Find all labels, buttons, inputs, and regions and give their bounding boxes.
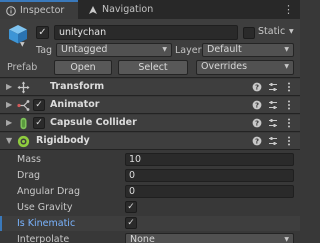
info-icon (6, 5, 16, 16)
use-gravity-label: Use Gravity (17, 202, 73, 213)
tag-label: Tag (36, 45, 53, 56)
chevron-down-icon: ▼ (284, 236, 289, 243)
chevron-down-icon: ▼ (162, 46, 167, 53)
tab-navigation[interactable]: Navigation (82, 0, 174, 19)
component-enabled-checkbox[interactable]: ✓ (33, 99, 45, 111)
rigidbody-icon (17, 135, 30, 148)
static-checkbox[interactable] (243, 27, 255, 39)
is-kinematic-label: Is Kinematic (17, 218, 76, 229)
tab-inspector[interactable]: Inspector (0, 0, 78, 19)
interpolate-dropdown[interactable]: None ▼ (125, 233, 294, 243)
tab-inspector-label: Inspector (20, 5, 65, 16)
use-gravity-checkbox[interactable]: ✓ (125, 201, 137, 213)
gameobject-cube-icon[interactable] (7, 23, 29, 45)
svg-text:?: ? (255, 120, 259, 128)
fold-arrow-icon[interactable]: ▶ (6, 100, 12, 109)
help-icon[interactable]: ? (252, 81, 262, 93)
component-tools: ? (252, 117, 294, 129)
context-menu-icon[interactable] (284, 135, 294, 147)
component-name: Rigidbody (36, 135, 90, 146)
icon-picker-caret-icon[interactable]: ▼ (20, 41, 25, 48)
tab-bar: Inspector Navigation ⋮ (0, 0, 300, 19)
property-use-gravity: Use Gravity ✓ (0, 200, 300, 215)
angular-drag-input[interactable]: 0 (125, 185, 294, 198)
property-angular-drag: Angular Drag 0 (0, 184, 300, 199)
is-kinematic-checkbox[interactable]: ✓ (125, 217, 137, 229)
property-is-kinematic: Is Kinematic ✓ (0, 216, 300, 231)
property-interpolate: Interpolate None ▼ (0, 232, 300, 243)
component-animator[interactable]: ▶ ✓ Animator ? (0, 97, 300, 114)
prefab-select-button[interactable]: Select (118, 60, 188, 75)
component-tools: ? (252, 99, 294, 111)
layer-dropdown[interactable]: Default ▼ (202, 43, 294, 57)
layer-label: Layer (175, 45, 202, 56)
fold-arrow-icon[interactable]: ▶ (6, 118, 12, 127)
component-name: Capsule Collider (50, 117, 137, 128)
fold-arrow-icon[interactable]: ▶ (6, 82, 12, 91)
help-icon[interactable]: ? (252, 135, 262, 147)
drag-label: Drag (17, 170, 41, 181)
presets-icon[interactable] (268, 135, 278, 147)
context-menu-icon[interactable] (284, 81, 294, 93)
gameobject-header: ▼ ✓ unitychan Static ▼ Tag Untagged ▼ La… (0, 19, 300, 78)
static-label: Static (258, 26, 286, 37)
interpolate-label: Interpolate (17, 234, 70, 243)
component-capsule-collider[interactable]: ▶ ✓ Capsule Collider ? (0, 115, 300, 132)
help-icon[interactable]: ? (252, 117, 262, 129)
component-tools: ? (252, 81, 294, 93)
drag-input[interactable]: 0 (125, 169, 294, 182)
tag-dropdown[interactable]: Untagged ▼ (56, 43, 172, 57)
presets-icon[interactable] (268, 117, 278, 129)
tab-navigation-label: Navigation (102, 4, 154, 15)
transform-icon (17, 81, 30, 94)
chevron-down-icon: ▼ (284, 63, 289, 70)
component-name: Animator (50, 99, 100, 110)
static-dropdown-caret-icon[interactable]: ▼ (289, 28, 294, 35)
prefab-label: Prefab (7, 62, 38, 73)
capsule-collider-icon (17, 117, 30, 130)
tag-value: Untagged (61, 44, 108, 55)
component-rigidbody[interactable]: ▼ Rigidbody ? (0, 133, 300, 150)
gameobject-active-checkbox[interactable]: ✓ (36, 26, 49, 39)
more-options-icon[interactable]: ⋮ (283, 3, 294, 16)
navigation-icon (88, 5, 98, 15)
component-transform[interactable]: ▶ Transform ? (0, 79, 300, 96)
animator-icon (17, 99, 30, 112)
svg-text:?: ? (255, 102, 259, 110)
gameobject-name-input[interactable]: unitychan (54, 25, 238, 40)
svg-text:?: ? (255, 138, 259, 146)
interpolate-value: None (130, 234, 155, 243)
component-enabled-checkbox[interactable]: ✓ (33, 117, 45, 129)
layer-value: Default (207, 44, 242, 55)
presets-icon[interactable] (268, 81, 278, 93)
mass-label: Mass (17, 154, 41, 165)
component-tools: ? (252, 135, 294, 147)
prefab-open-button[interactable]: Open (54, 60, 112, 75)
chevron-down-icon: ▼ (284, 46, 289, 53)
context-menu-icon[interactable] (284, 99, 294, 111)
overrides-value: Overrides (201, 61, 248, 72)
fold-arrow-down-icon[interactable]: ▼ (6, 136, 12, 145)
component-name: Transform (50, 81, 105, 92)
presets-icon[interactable] (268, 99, 278, 111)
mass-input[interactable]: 10 (125, 153, 294, 166)
property-drag: Drag 0 (0, 168, 300, 183)
property-mass: Mass 10 (0, 152, 300, 167)
prefab-overrides-dropdown[interactable]: Overrides ▼ (196, 60, 294, 75)
svg-text:?: ? (255, 84, 259, 92)
angular-drag-label: Angular Drag (17, 186, 81, 197)
context-menu-icon[interactable] (284, 117, 294, 129)
help-icon[interactable]: ? (252, 99, 262, 111)
